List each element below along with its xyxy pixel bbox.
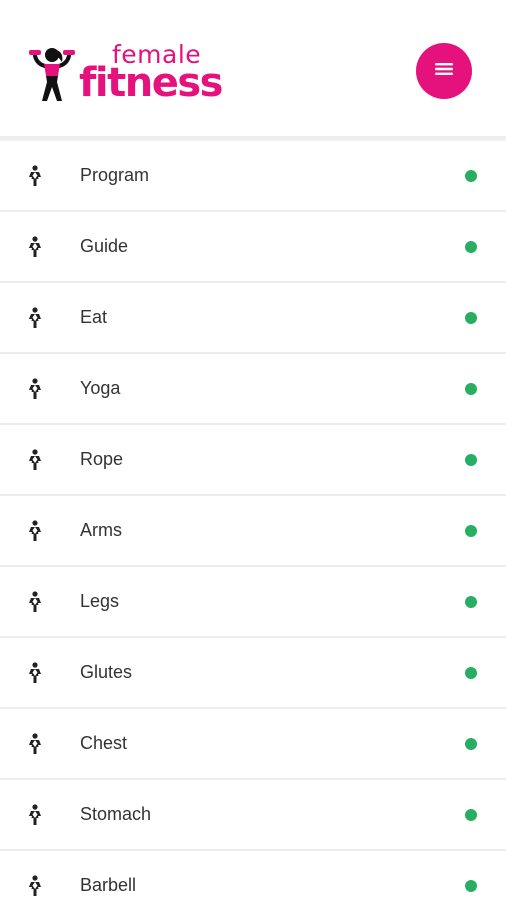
- menu-item-label: Guide: [80, 236, 129, 256]
- menu-item-label: Eat: [80, 307, 108, 327]
- woman-figure-icon: [26, 377, 44, 400]
- menu-item-stomach[interactable]: Stomach: [0, 780, 506, 851]
- status-dot: [465, 666, 477, 679]
- woman-figure-icon: [26, 164, 44, 187]
- woman-figure-icon: [26, 590, 44, 613]
- menu-item-label: Barbell: [80, 875, 137, 895]
- woman-figure-icon: [26, 235, 44, 258]
- menu-item-eat[interactable]: Eat: [0, 283, 506, 354]
- brand-name-bottom: fitness: [79, 60, 223, 106]
- menu-item-arms[interactable]: Arms: [0, 496, 506, 567]
- woman-figure-icon: [26, 306, 44, 329]
- woman-figure-icon: [26, 732, 44, 755]
- menu-item-label: Rope: [80, 449, 124, 469]
- status-dot: [465, 311, 477, 324]
- woman-figure-icon: [26, 448, 44, 471]
- menu-item-chest[interactable]: Chest: [0, 709, 506, 780]
- woman-figure-icon: [26, 519, 44, 542]
- woman-figure-icon: [26, 661, 44, 684]
- menu-item-glutes[interactable]: Glutes: [0, 638, 506, 709]
- menu-item-program[interactable]: Program: [0, 141, 506, 212]
- menu-item-barbell[interactable]: Barbell: [0, 851, 506, 900]
- menu-item-yoga[interactable]: Yoga: [0, 354, 506, 425]
- status-dot: [465, 524, 477, 537]
- menu-item-label: Yoga: [80, 378, 121, 398]
- status-dot: [465, 737, 477, 750]
- app-screen: female fitness Program Guide Eat Yoga Ro…: [0, 0, 506, 900]
- status-dot: [465, 453, 477, 466]
- menu-item-rope[interactable]: Rope: [0, 425, 506, 496]
- hamburger-menu-icon: [435, 62, 453, 81]
- status-dot: [465, 240, 477, 253]
- menu-item-label: Stomach: [80, 804, 152, 824]
- menu-item-guide[interactable]: Guide: [0, 212, 506, 283]
- menu-item-label: Arms: [80, 520, 122, 540]
- status-dot: [465, 169, 477, 182]
- woman-figure-icon: [26, 874, 44, 897]
- status-dot: [465, 595, 477, 608]
- woman-dumbbells-icon: [26, 46, 78, 102]
- menu-item-label: Legs: [80, 591, 120, 611]
- menu-item-label: Chest: [80, 733, 128, 753]
- brand-logo[interactable]: female fitness: [26, 42, 236, 106]
- menu-item-label: Program: [80, 165, 150, 185]
- menu-button[interactable]: [416, 43, 472, 99]
- status-dot: [465, 382, 477, 395]
- app-header: female fitness: [0, 0, 506, 140]
- menu-item-label: Glutes: [80, 662, 133, 682]
- status-dot: [465, 808, 477, 821]
- status-dot: [465, 879, 477, 892]
- menu-list: Program Guide Eat Yoga Rope Arms Legs Gl…: [0, 140, 506, 900]
- woman-figure-icon: [26, 803, 44, 826]
- menu-item-legs[interactable]: Legs: [0, 567, 506, 638]
